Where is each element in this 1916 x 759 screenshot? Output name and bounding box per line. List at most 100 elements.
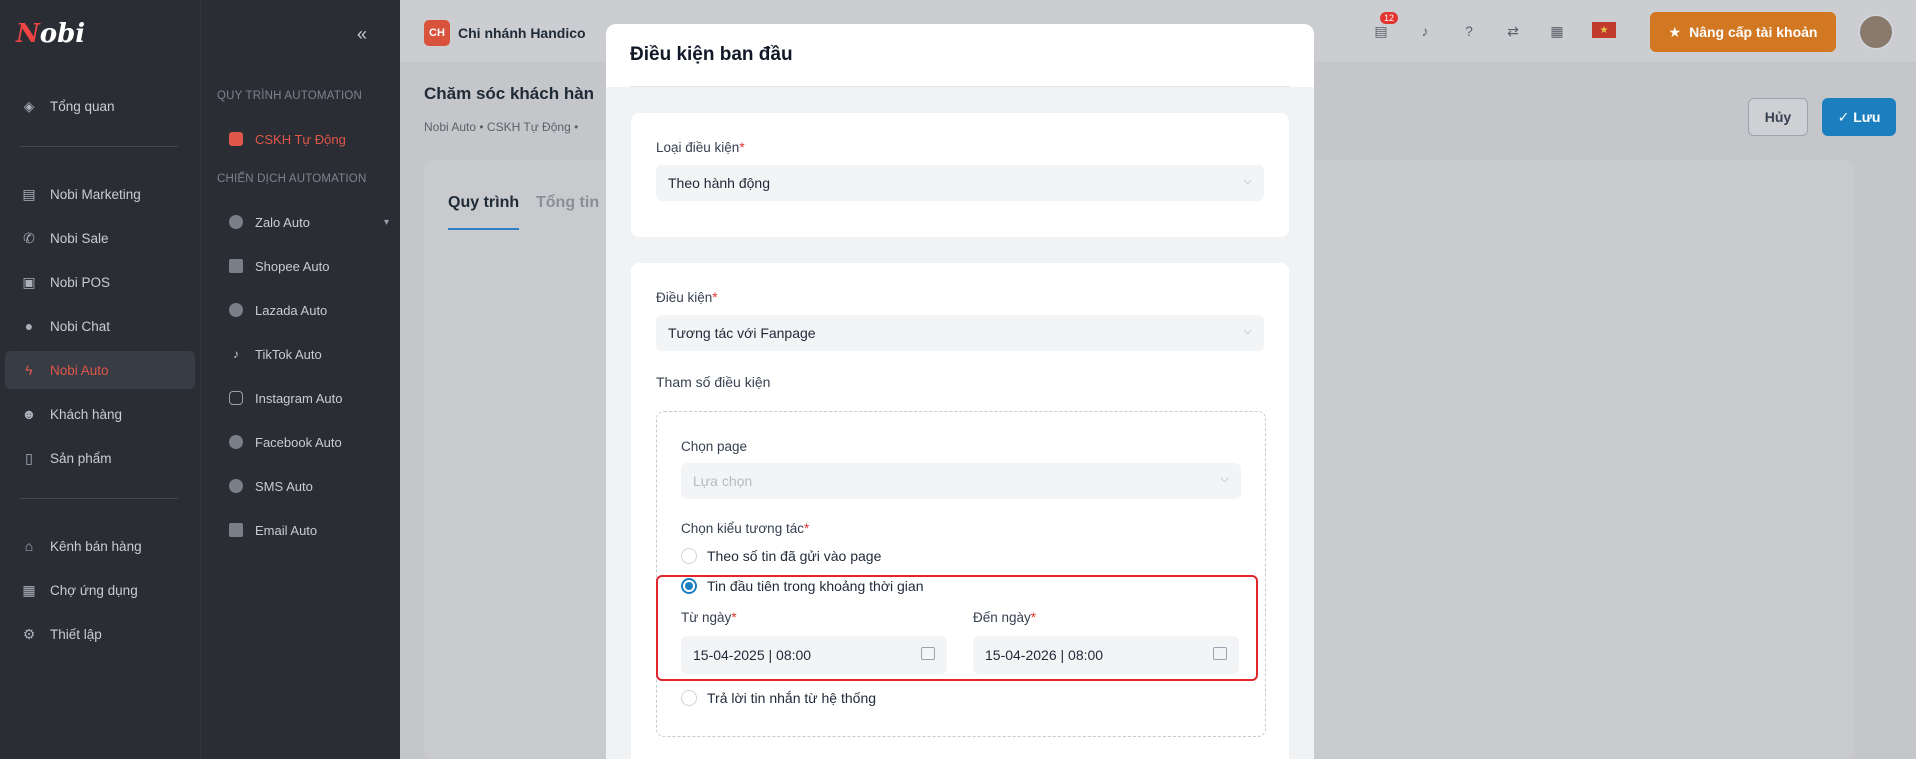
subbar-item-label: SMS Auto — [255, 478, 313, 494]
notification-count: 12 — [1380, 12, 1399, 24]
collapse-sidebar-icon[interactable]: « — [357, 24, 367, 45]
section-chien-dich: CHIẾN DỊCH AUTOMATION — [217, 173, 367, 185]
sidebar-item-nobi-chat[interactable]: ● Nobi Chat — [0, 307, 200, 345]
facebook-icon — [229, 435, 243, 449]
cash-icon: ▣ — [22, 273, 36, 290]
sidebar-item-label: Kênh bán hàng — [50, 538, 142, 554]
subbar-item-label: Zalo Auto — [255, 214, 310, 230]
tab-tong-tin[interactable]: Tổng tin — [536, 194, 599, 212]
sidebar-item-label: Nobi Marketing — [50, 186, 141, 202]
upgrade-button[interactable]: ★ Nâng cấp tài khoản — [1650, 12, 1836, 52]
radio-button[interactable] — [681, 690, 697, 706]
shop-icon: ⌂ — [24, 538, 34, 554]
page-label: Chọn page — [681, 439, 748, 454]
radio-button[interactable] — [681, 548, 697, 564]
save-button[interactable]: ✓ Lưu — [1822, 98, 1896, 136]
interaction-label: Chọn kiểu tương tác* — [681, 521, 810, 536]
tab-quy-trinh[interactable]: Quy trình — [448, 194, 519, 212]
condition-type-value: Theo hành động — [668, 175, 770, 191]
branch-selector[interactable]: CH Chi nhánh Handico — [424, 20, 586, 46]
sidebar-item-nobi-auto[interactable]: ϟ Nobi Auto — [5, 351, 195, 389]
subbar-item-lazada-auto[interactable]: Lazada Auto — [229, 295, 389, 325]
sidebar-item-tong-quan[interactable]: ◈ Tổng quan — [0, 87, 200, 125]
layers-icon: ◈ — [23, 97, 35, 114]
subbar-item-label: Facebook Auto — [255, 434, 342, 450]
sidebar-item-label: Nobi POS — [50, 274, 111, 290]
sidebar-item-nobi-marketing[interactable]: ▤ Nobi Marketing — [0, 175, 200, 213]
subbar-item-cskh-tu-dong[interactable]: CSKH Tự Động — [229, 124, 389, 154]
sidebar-item-nobi-pos[interactable]: ▣ Nobi POS — [0, 263, 200, 301]
subbar-item-label: Lazada Auto — [255, 302, 328, 318]
nobi-logo[interactable]: Nobi — [16, 14, 106, 54]
condition-type-label: Loại điều kiện* — [656, 140, 745, 155]
sidebar-item-nobi-sale[interactable]: ✆ Nobi Sale — [0, 219, 200, 257]
instagram-icon — [229, 391, 243, 405]
highlight-annotation — [656, 575, 1258, 681]
top-icons: ▤ 12 ♪ ? ⇄ ▦ ★ — [1372, 12, 1616, 40]
subbar-item-label: Instagram Auto — [255, 390, 343, 406]
sidebar-item-label: Nobi Sale — [50, 230, 109, 246]
sidebar-item-thiet-lap[interactable]: ⚙ Thiết lập — [0, 615, 200, 653]
sidebar-item-label: Thiết lập — [50, 626, 102, 642]
save-label: Lưu — [1853, 109, 1881, 125]
shield-icon — [229, 132, 243, 146]
file-icon: ▯ — [25, 449, 33, 466]
tab-underline — [448, 228, 519, 230]
subbar-item-instagram-auto[interactable]: Instagram Auto — [229, 383, 389, 413]
params-title: Tham số điều kiện — [656, 374, 771, 390]
lazada-icon — [229, 303, 243, 317]
upgrade-label: Nâng cấp tài khoản — [1689, 24, 1818, 40]
avatar[interactable] — [1858, 14, 1894, 50]
sidebar-item-san-pham[interactable]: ▯ Sản phẩm — [0, 439, 200, 477]
clipboard-icon[interactable]: ▤ 12 — [1372, 12, 1399, 40]
subbar-item-tiktok-auto[interactable]: ♪ TikTok Auto — [229, 339, 389, 369]
branch-name: Chi nhánh Handico — [458, 25, 586, 41]
condition-value: Tương tác với Fanpage — [668, 325, 816, 341]
store-icon[interactable]: ▦ — [1548, 22, 1566, 40]
sidebar-item-label: Nobi Auto — [50, 362, 109, 378]
condition-type-select[interactable]: Theo hành động ⌵ — [656, 165, 1264, 201]
sidebar-item-cho-ung-dung[interactable]: ▦ Chợ ứng dụng — [0, 571, 200, 609]
subbar-item-email-auto[interactable]: Email Auto — [229, 515, 389, 545]
page-title: Chăm sóc khách hàn — [424, 84, 595, 103]
cancel-button[interactable]: Hủy — [1748, 98, 1808, 136]
radio-label: Theo số tin đã gửi vào page — [707, 548, 882, 564]
breadcrumb: Nobi Auto • CSKH Tự Động • — [424, 120, 579, 134]
sidebar-divider — [20, 146, 178, 147]
modal-title: Điều kiện ban đầu — [630, 44, 793, 65]
vietnam-flag-icon[interactable]: ★ — [1592, 22, 1616, 38]
mail-icon — [229, 523, 243, 537]
logo-text: Nobi — [16, 19, 86, 49]
sms-icon — [229, 479, 243, 493]
condition-select[interactable]: Tương tác với Fanpage ⌵ — [656, 315, 1264, 351]
subbar-item-zalo-auto[interactable]: Zalo Auto ▾ — [229, 207, 389, 237]
sidebar-item-kenh-ban-hang[interactable]: ⌂ Kênh bán hàng — [0, 527, 200, 565]
bell-icon[interactable]: ♪ — [1416, 22, 1434, 40]
sidebar-item-label: Chợ ứng dụng — [50, 582, 138, 598]
radio-option-message-count[interactable]: Theo số tin đã gửi vào page — [681, 548, 881, 564]
subbar-item-label: Shopee Auto — [255, 258, 330, 274]
sidebar-divider — [20, 498, 178, 499]
radio-option-system-reply[interactable]: Trả lời tin nhắn từ hệ thống — [681, 690, 876, 706]
chevron-down-icon: ⌵ — [1220, 473, 1229, 485]
sidebar-item-khach-hang[interactable]: ☻ Khách hàng — [0, 395, 200, 433]
subbar-item-shopee-auto[interactable]: Shopee Auto — [229, 251, 389, 281]
shopee-icon — [229, 259, 243, 273]
chat-icon: ● — [24, 318, 34, 334]
phone-icon: ✆ — [23, 229, 35, 246]
transfer-icon[interactable]: ⇄ — [1504, 22, 1522, 40]
automation-subbar: « QUY TRÌNH AUTOMATION CSKH Tự Động CHIẾ… — [200, 0, 400, 759]
params-box: Chọn page Lựa chọn ⌵ Chọn kiểu tương tác… — [656, 411, 1266, 737]
star-icon: ★ — [1668, 23, 1682, 40]
zalo-icon — [229, 215, 243, 229]
subbar-item-label: CSKH Tự Động — [255, 131, 346, 147]
subbar-item-sms-auto[interactable]: SMS Auto — [229, 471, 389, 501]
page-select[interactable]: Lựa chọn ⌵ — [681, 463, 1241, 499]
gear-icon: ⚙ — [22, 625, 36, 642]
subbar-item-facebook-auto[interactable]: Facebook Auto — [229, 427, 389, 457]
radio-label: Trả lời tin nhắn từ hệ thống — [707, 690, 877, 706]
chevron-down-icon: ⌵ — [1243, 325, 1252, 337]
help-icon[interactable]: ? — [1460, 22, 1478, 40]
branch-badge: CH — [424, 20, 450, 46]
chevron-down-icon: ▾ — [383, 216, 389, 228]
